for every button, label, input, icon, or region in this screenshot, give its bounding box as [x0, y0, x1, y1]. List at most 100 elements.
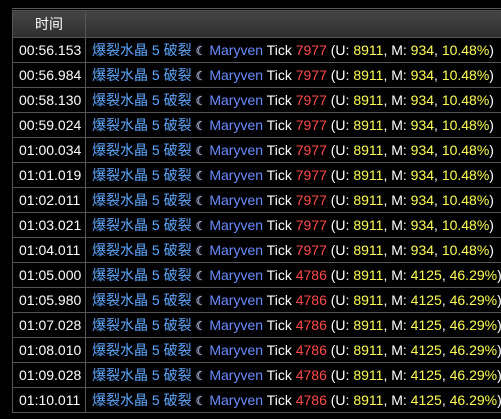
- paren-open: (U:: [326, 42, 354, 58]
- mitigated-value: 4125: [410, 392, 442, 408]
- m-label: , M:: [383, 317, 411, 333]
- time-cell: 01:03.021: [12, 212, 86, 238]
- event-text-cell: 爆裂水晶 5 破裂 ☾ Maryven Tick 4786 (U: 8911, M:…: [85, 387, 501, 413]
- table-header-row: 时间: [12, 10, 501, 38]
- tick-amount: 4786: [295, 267, 327, 283]
- unmitigated-value: 8911: [353, 317, 384, 333]
- unmitigated-value: 8911: [353, 367, 384, 383]
- moon-icon: ☾: [195, 44, 207, 58]
- mitigation-percent: 46.29%: [449, 367, 498, 383]
- target-name: Maryven: [209, 267, 264, 283]
- tick-label: Tick: [266, 92, 292, 108]
- table-row[interactable]: 01:07.028 爆裂水晶 5 破裂 ☾ Maryven Tick 4786 (U:…: [12, 312, 501, 338]
- mitigated-value: 4125: [410, 367, 442, 383]
- mitigation-percent: 10.48%: [441, 42, 490, 58]
- paren-open: (U:: [326, 292, 354, 308]
- unmitigated-value: 8911: [353, 192, 384, 208]
- target-name: Maryven: [209, 167, 264, 183]
- event-text-cell: 爆裂水晶 5 破裂 ☾ Maryven Tick 7977 (U: 8911, M:…: [85, 62, 501, 88]
- event-text-cell: 爆裂水晶 5 破裂 ☾ Maryven Tick 7977 (U: 8911, M:…: [85, 187, 501, 213]
- log-body: 00:56.153 爆裂水晶 5 破裂 ☾ Maryven Tick 7977 (U:…: [12, 37, 501, 413]
- target-name: Maryven: [209, 392, 264, 408]
- table-row[interactable]: 01:03.021 爆裂水晶 5 破裂 ☾ Maryven Tick 7977 (U:…: [12, 212, 501, 238]
- table-row[interactable]: 01:08.010 爆裂水晶 5 破裂 ☾ Maryven Tick 4786 (U:…: [12, 337, 501, 363]
- paren-open: (U:: [326, 142, 354, 158]
- table-row[interactable]: 00:58.130 爆裂水晶 5 破裂 ☾ Maryven Tick 7977 (U:…: [12, 87, 501, 113]
- spell-name: 爆裂水晶 5 破裂: [92, 242, 192, 258]
- paren-close: ): [489, 42, 494, 58]
- paren-open: (U:: [326, 117, 354, 133]
- mitigation-percent: 46.29%: [449, 292, 498, 308]
- moon-icon: ☾: [195, 69, 207, 83]
- tick-label: Tick: [266, 42, 292, 58]
- mitigation-percent: 46.29%: [449, 342, 498, 358]
- moon-icon: ☾: [195, 144, 207, 158]
- comma-sep: ,: [441, 292, 450, 308]
- unmitigated-value: 8911: [353, 42, 384, 58]
- spell-name: 爆裂水晶 5 破裂: [92, 42, 192, 58]
- paren-open: (U:: [326, 342, 354, 358]
- tick-amount: 7977: [295, 242, 327, 258]
- table-row[interactable]: 01:00.034 爆裂水晶 5 破裂 ☾ Maryven Tick 7977 (U:…: [12, 137, 501, 163]
- time-cell: 01:02.011: [12, 187, 86, 213]
- event-text-cell: 爆裂水晶 5 破裂 ☾ Maryven Tick 7977 (U: 8911, M:…: [85, 37, 501, 63]
- mitigated-value: 934: [410, 167, 435, 183]
- event-text-cell: 爆裂水晶 5 破裂 ☾ Maryven Tick 7977 (U: 8911, M:…: [85, 87, 501, 113]
- moon-icon: ☾: [195, 294, 207, 308]
- tick-label: Tick: [266, 292, 292, 308]
- tick-amount: 4786: [295, 292, 327, 308]
- top-divider: [12, 0, 501, 9]
- mitigation-percent: 10.48%: [441, 217, 490, 233]
- tick-amount: 7977: [295, 117, 327, 133]
- event-text-cell: 爆裂水晶 5 破裂 ☾ Maryven Tick 4786 (U: 8911, M:…: [85, 337, 501, 363]
- mitigation-percent: 46.29%: [449, 392, 498, 408]
- table-row[interactable]: 01:10.011 爆裂水晶 5 破裂 ☾ Maryven Tick 4786 (U:…: [12, 387, 501, 413]
- m-label: , M:: [383, 342, 411, 358]
- target-name: Maryven: [209, 117, 264, 133]
- table-row[interactable]: 01:05.980 爆裂水晶 5 破裂 ☾ Maryven Tick 4786 (U:…: [12, 287, 501, 313]
- table-row[interactable]: 00:56.153 爆裂水晶 5 破裂 ☾ Maryven Tick 7977 (U:…: [12, 37, 501, 63]
- table-row[interactable]: 01:09.028 爆裂水晶 5 破裂 ☾ Maryven Tick 4786 (U:…: [12, 362, 501, 388]
- unmitigated-value: 8911: [353, 92, 384, 108]
- paren-close: ): [497, 267, 500, 283]
- event-text-cell: 爆裂水晶 5 破裂 ☾ Maryven Tick 4786 (U: 8911, M:…: [85, 287, 501, 313]
- target-name: Maryven: [209, 317, 264, 333]
- table-row[interactable]: 01:04.011 爆裂水晶 5 破裂 ☾ Maryven Tick 7977 (U:…: [12, 237, 501, 263]
- m-label: , M:: [383, 192, 411, 208]
- table-row[interactable]: 00:59.024 爆裂水晶 5 破裂 ☾ Maryven Tick 7977 (U:…: [12, 112, 501, 138]
- mitigated-value: 934: [410, 117, 435, 133]
- m-label: , M:: [383, 167, 411, 183]
- table-row[interactable]: 01:02.011 爆裂水晶 5 破裂 ☾ Maryven Tick 7977 (U:…: [12, 187, 501, 213]
- unmitigated-value: 8911: [353, 392, 384, 408]
- column-header-time[interactable]: 时间: [12, 10, 86, 38]
- m-label: , M:: [383, 67, 411, 83]
- paren-open: (U:: [326, 217, 354, 233]
- moon-icon: ☾: [195, 269, 207, 283]
- moon-icon: ☾: [195, 344, 207, 358]
- spell-name: 爆裂水晶 5 破裂: [92, 292, 192, 308]
- column-header-text[interactable]: [85, 10, 501, 38]
- paren-open: (U:: [326, 192, 354, 208]
- table-row[interactable]: 00:56.984 爆裂水晶 5 破裂 ☾ Maryven Tick 7977 (U:…: [12, 62, 501, 88]
- spell-name: 爆裂水晶 5 破裂: [92, 192, 192, 208]
- moon-icon: ☾: [195, 194, 207, 208]
- comma-sep: ,: [434, 92, 442, 108]
- m-label: , M:: [383, 92, 411, 108]
- time-cell: 01:08.010: [12, 337, 86, 363]
- m-label: , M:: [383, 117, 411, 133]
- paren-close: ): [489, 167, 494, 183]
- moon-icon: ☾: [195, 369, 207, 383]
- time-cell: 00:59.024: [12, 112, 86, 138]
- mitigation-percent: 10.48%: [441, 117, 490, 133]
- tick-amount: 7977: [295, 192, 327, 208]
- target-name: Maryven: [209, 342, 264, 358]
- mitigation-percent: 10.48%: [441, 142, 490, 158]
- mitigation-percent: 10.48%: [441, 242, 490, 258]
- paren-close: ): [497, 392, 500, 408]
- event-text-cell: 爆裂水晶 5 破裂 ☾ Maryven Tick 4786 (U: 8911, M:…: [85, 262, 501, 288]
- spell-name: 爆裂水晶 5 破裂: [92, 342, 192, 358]
- table-row[interactable]: 01:05.000 爆裂水晶 5 破裂 ☾ Maryven Tick 4786 (U:…: [12, 262, 501, 288]
- table-row[interactable]: 01:01.019 爆裂水晶 5 破裂 ☾ Maryven Tick 7977 (U:…: [12, 162, 501, 188]
- event-text-cell: 爆裂水晶 5 破裂 ☾ Maryven Tick 7977 (U: 8911, M:…: [85, 212, 501, 238]
- paren-open: (U:: [326, 167, 354, 183]
